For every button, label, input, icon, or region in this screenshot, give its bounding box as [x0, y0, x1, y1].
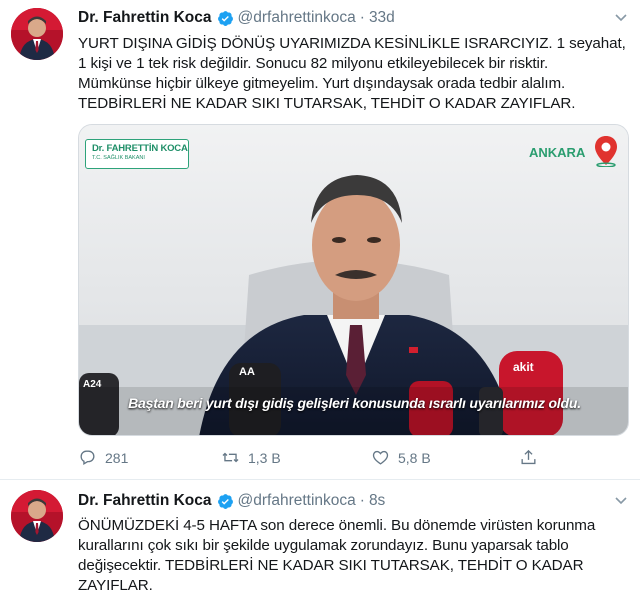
tweet[interactable]: Dr. Fahrettin Koca @drfahrettinkoca · 33… — [0, 0, 640, 480]
verified-icon — [217, 10, 234, 27]
mic-label-aa: AA — [239, 366, 255, 378]
ministry-badge-subtitle: T.C. SAĞLIK BAKANI — [92, 155, 145, 161]
ministry-badge: Dr. FAHRETTİN KOCA T.C. SAĞLIK BAKANI — [85, 139, 189, 169]
video-subtitle: Baştan beri yurt dışı gidiş gelişleri ko… — [128, 395, 581, 411]
tweet-text: ÖNÜMÜZDEKİ 4-5 HAFTA son derece önemli. … — [78, 516, 640, 596]
reply-icon — [80, 450, 95, 466]
avatar[interactable] — [11, 490, 63, 542]
like-icon — [372, 450, 389, 465]
tweet-divider — [0, 479, 640, 480]
tweet-text-line: Mümkünse hiçbir ülkeye gitmeyelim. Yurt … — [78, 75, 566, 92]
tweet-text-line: değişecektir. TEDBİRLERİ NE KADAR SIKI T… — [78, 557, 584, 574]
author-name[interactable]: Dr. Fahrettin Koca — [78, 492, 212, 510]
retweet-icon — [222, 452, 239, 463]
author-handle[interactable]: @drfahrettinkoca — [238, 492, 356, 510]
chevron-down-icon[interactable] — [614, 493, 628, 507]
separator-dot: · — [359, 9, 365, 26]
tweet-actions: 281 1,3 B 5,8 B — [78, 448, 548, 470]
reply-count: 281 — [105, 449, 129, 466]
verified-icon — [217, 493, 234, 510]
tweet[interactable]: Dr. Fahrettin Koca @drfahrettinkoca · 8s… — [0, 482, 640, 605]
retweet-button[interactable]: 1,3 B — [221, 448, 281, 467]
location-label: ANKARA — [529, 145, 586, 160]
tweet-text-line: kurallarını çok sıkı bir şekilde uygulam… — [78, 537, 569, 554]
press-conference-photo: A24 AA akit — [79, 125, 628, 435]
tweet-text-line: ZAYIFLAR. — [78, 577, 153, 594]
tweet-text: YURT DIŞINA GİDİŞ DÖNÜŞ UYARIMIZDA KESİN… — [78, 34, 638, 114]
share-button[interactable] — [519, 448, 546, 467]
author-handle[interactable]: @drfahrettinkoca — [238, 9, 356, 27]
reply-button[interactable]: 281 — [78, 448, 128, 467]
tweet-text-line: 1 kişi ve 1 tek risk değildir. Sonucu 82… — [78, 55, 549, 72]
location-pin-icon — [593, 135, 619, 168]
avatar[interactable] — [11, 8, 63, 60]
ministry-badge-name: Dr. FAHRETTİN KOCA — [92, 143, 188, 154]
separator-dot: · — [359, 492, 365, 509]
author-name[interactable]: Dr. Fahrettin Koca — [78, 9, 212, 27]
mic-label-akit: akit — [513, 360, 534, 374]
tweet-timestamp[interactable]: 8s — [369, 492, 385, 510]
like-button[interactable]: 5,8 B — [371, 448, 431, 467]
tweet-header: Dr. Fahrettin Koca @drfahrettinkoca · 8s — [78, 492, 385, 510]
tweet-text-line: TEDBİRLERİ NE KADAR SIKI TUTARSAK, TEHDİ… — [78, 95, 576, 112]
chevron-down-icon[interactable] — [614, 10, 628, 24]
tweet-text-line: ÖNÜMÜZDEKİ 4-5 HAFTA son derece önemli. … — [78, 517, 596, 534]
tweet-header: Dr. Fahrettin Koca @drfahrettinkoca · 33… — [78, 9, 395, 27]
like-count: 5,8 B — [398, 449, 431, 466]
share-icon — [521, 449, 536, 465]
tweet-text-line: YURT DIŞINA GİDİŞ DÖNÜŞ UYARIMIZDA KESİN… — [78, 35, 626, 52]
tweet-timestamp[interactable]: 33d — [369, 9, 395, 27]
retweet-count: 1,3 B — [248, 449, 281, 466]
tweet-media-image[interactable]: A24 AA akit Dr. FAHRETTİN KOCA T.C. SAĞL… — [78, 124, 629, 436]
